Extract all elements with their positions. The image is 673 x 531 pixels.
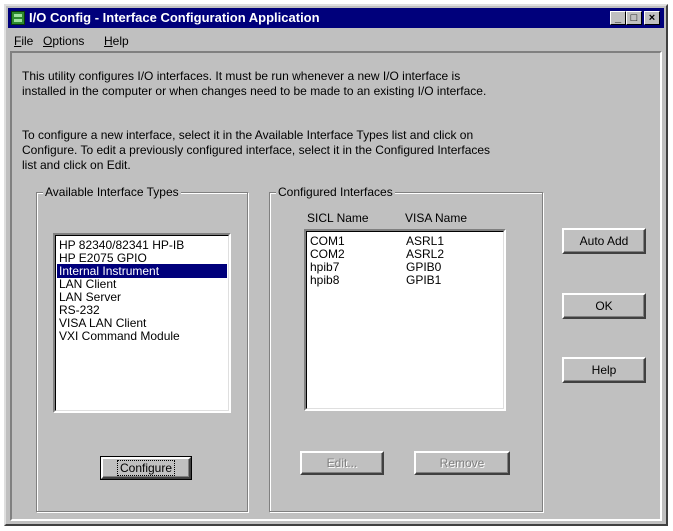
close-button[interactable]: ×: [644, 11, 660, 25]
configured-interface-row[interactable]: hpib8 GPIB1: [308, 273, 502, 287]
maximize-icon: □: [630, 12, 638, 24]
visa-name-cell: GPIB0: [406, 260, 442, 274]
configured-interfaces-label: Configured Interfaces: [276, 185, 395, 199]
remove-button[interactable]: Remove: [414, 451, 510, 475]
edit-label: Edit...: [326, 456, 358, 470]
client-area: This utility configures I/O interfaces. …: [10, 51, 662, 521]
visa-name-header: VISA Name: [405, 211, 468, 225]
visa-name-cell: ASRL1: [406, 234, 445, 248]
close-icon: ×: [648, 12, 656, 24]
minimize-button[interactable]: _: [610, 11, 626, 25]
title-bar[interactable]: I/O Config - Interface Configuration App…: [8, 8, 664, 28]
available-types-group: Available Interface Types HP 82340/82341…: [36, 185, 248, 512]
configured-interfaces-list[interactable]: COM1 ASRL1 COM2 ASRL2 hpib7 GPIB0 hpib8 GPIB1: [304, 229, 506, 411]
configure-label: Configure: [116, 460, 176, 476]
interface-type-item[interactable]: VISA LAN Client: [57, 316, 227, 330]
remove-label: Remove: [439, 456, 485, 470]
app-icon[interactable]: [11, 11, 25, 25]
interface-type-item[interactable]: RS-232: [57, 303, 227, 317]
ok-button[interactable]: OK: [562, 293, 646, 319]
interface-type-item[interactable]: Internal Instrument: [57, 264, 227, 278]
minimize-icon: _: [614, 12, 622, 24]
configured-interface-row[interactable]: hpib7 GPIB0: [308, 260, 502, 274]
app-window: I/O Config - Interface Configuration App…: [4, 4, 668, 526]
visa-name-cell: ASRL2: [406, 247, 445, 261]
menu-options[interactable]: Options: [43, 34, 84, 48]
menu-help-label: Help: [104, 34, 129, 48]
window-title: I/O Config - Interface Configuration App…: [29, 10, 320, 25]
configured-interfaces-group: Configured Interfaces SICL Name VISA Nam…: [269, 185, 543, 512]
auto-add-button[interactable]: Auto Add: [562, 228, 646, 254]
description-line-2: installed in the computer or when change…: [22, 84, 487, 98]
description-line-1: This utility configures I/O interfaces. …: [22, 69, 461, 83]
interface-type-item[interactable]: HP 82340/82341 HP-IB: [57, 238, 227, 252]
menu-options-label: Options: [43, 34, 85, 48]
sicl-name-cell: COM1: [310, 234, 345, 248]
sicl-name-cell: hpib7: [310, 260, 340, 274]
sicl-name-cell: COM2: [310, 247, 345, 261]
description-line-4: Configure. To edit a previously configur…: [22, 143, 491, 157]
auto-add-label: Auto Add: [579, 234, 629, 248]
configured-interface-row[interactable]: COM1 ASRL1: [308, 234, 502, 248]
available-types-list[interactable]: HP 82340/82341 HP-IB HP E2075 GPIO Interna…: [53, 233, 231, 413]
sicl-name-header: SICL Name: [307, 211, 369, 225]
interface-type-item[interactable]: VXI Command Module: [57, 329, 227, 343]
maximize-button[interactable]: □: [626, 11, 642, 25]
configured-interface-row[interactable]: COM2 ASRL2: [308, 247, 502, 261]
available-types-label: Available Interface Types: [43, 185, 181, 199]
menu-file-label: File: [14, 34, 34, 48]
sicl-name-cell: hpib8: [310, 273, 340, 287]
description-line-3: To configure a new interface, select it …: [22, 128, 474, 142]
edit-button[interactable]: Edit...: [300, 451, 384, 475]
menu-bar: File Options Help: [8, 32, 664, 50]
configure-button[interactable]: Configure: [100, 456, 192, 480]
visa-name-cell: GPIB1: [406, 273, 442, 287]
ok-label: OK: [595, 299, 613, 313]
help-button[interactable]: Help: [562, 357, 646, 383]
description-line-5: list and click on Edit.: [22, 158, 131, 172]
interface-type-item[interactable]: HP E2075 GPIO: [57, 251, 227, 265]
help-label: Help: [591, 363, 617, 377]
interface-type-item[interactable]: LAN Client: [57, 277, 227, 291]
menu-file[interactable]: File: [14, 34, 33, 48]
menu-help[interactable]: Help: [104, 34, 129, 48]
interface-type-item[interactable]: LAN Server: [57, 290, 227, 304]
